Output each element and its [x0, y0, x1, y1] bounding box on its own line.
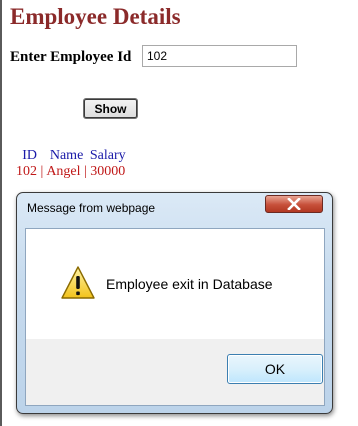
warning-icon	[61, 266, 95, 299]
dialog-body: Employee exit in Database OK	[25, 228, 325, 406]
table-row: 102 | Angel | 30000	[16, 164, 129, 180]
dialog-close-button[interactable]	[265, 195, 323, 213]
dialog-message: Employee exit in Database	[106, 276, 273, 292]
message-dialog: Message from webpage Employee exit in Da…	[16, 192, 333, 414]
header-salary: Salary	[89, 148, 126, 163]
ok-button[interactable]: OK	[227, 354, 323, 384]
dialog-title: Message from webpage	[27, 201, 156, 215]
window-left-border	[0, 0, 2, 426]
header-name: Name	[49, 148, 84, 163]
page-title: Employee Details	[10, 4, 181, 29]
employee-id-input[interactable]: 102	[142, 45, 297, 67]
results-table: ID Name Salary 102 | Angel | 30000	[16, 148, 129, 180]
show-button[interactable]: Show	[83, 98, 138, 119]
results-header-row: ID Name Salary	[16, 148, 129, 164]
close-icon	[287, 198, 301, 210]
header-id: ID	[22, 148, 38, 163]
employee-id-label: Enter Employee Id	[10, 49, 132, 65]
cell-id: 102 |	[16, 164, 44, 179]
cell-name: Angel |	[46, 164, 87, 179]
cell-salary: 30000	[90, 164, 126, 179]
